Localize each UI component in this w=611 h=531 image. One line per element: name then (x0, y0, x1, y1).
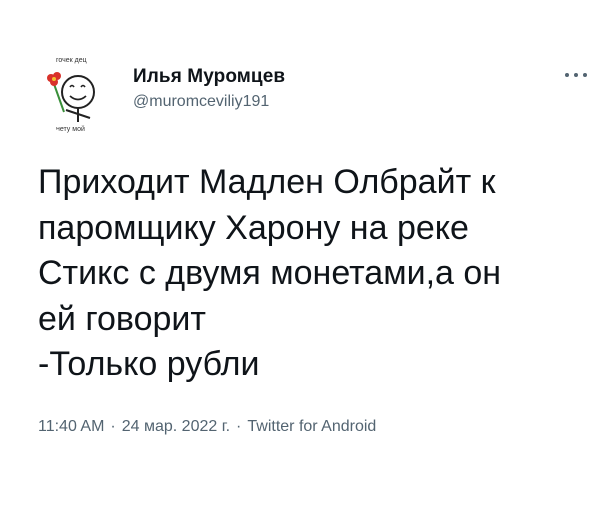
tweet-text: Приходит Мадлен Олбрайт к паромщику Харо… (38, 163, 502, 383)
more-dot (574, 73, 578, 77)
more-dots-icon[interactable] (565, 68, 587, 82)
more-dot (583, 73, 587, 77)
author-handle[interactable]: @muromceviliy191 (133, 93, 269, 111)
meta-separator: · (236, 418, 242, 435)
avatar-caption-bottom: нету мой (56, 125, 85, 133)
tweet-card: гочек дец нету мой Илья Муромцев @muromc… (0, 0, 611, 531)
tweet-source[interactable]: Twitter for Android (247, 418, 376, 435)
tweet-date[interactable]: 24 мар. 2022 г. (122, 418, 230, 435)
tweet-time[interactable]: 11:40 AM (38, 418, 104, 435)
author-name[interactable]: Илья Муромцев (133, 66, 285, 88)
more-dot (565, 73, 569, 77)
avatar-caption-top: гочек дец (56, 57, 87, 64)
avatar[interactable]: гочек дец нету мой (34, 52, 116, 134)
meta-separator: · (110, 418, 116, 435)
avatar-drawing: гочек дец нету мой (47, 57, 95, 133)
tweet-meta: 11:40 AM · 24 мар. 2022 г. · Twitter for And… (38, 418, 376, 436)
